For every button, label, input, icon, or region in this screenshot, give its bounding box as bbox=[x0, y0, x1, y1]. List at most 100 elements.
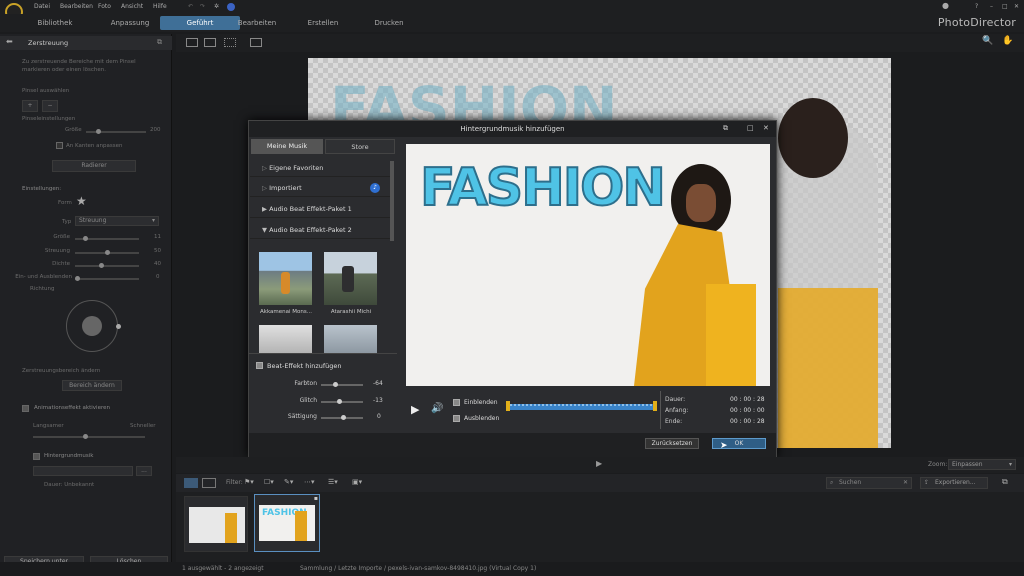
copy-badge-icon: ▪ bbox=[313, 495, 318, 502]
music-thumb-4[interactable] bbox=[324, 325, 377, 353]
music-browse-button[interactable]: ... bbox=[136, 466, 152, 476]
sort-icon[interactable]: ☰▾ bbox=[328, 478, 338, 486]
expand-icon[interactable]: ⧉ bbox=[157, 38, 162, 47]
view-grid-icon[interactable] bbox=[224, 38, 236, 47]
tab-edit[interactable]: Bearbeiten bbox=[222, 16, 292, 30]
menu-photo[interactable]: Foto bbox=[98, 3, 111, 10]
audio-range-bar[interactable] bbox=[507, 404, 655, 410]
speed-slow-label: Langsamer bbox=[33, 423, 64, 429]
chevron-down-icon: ▾ bbox=[151, 217, 155, 224]
label-filter-icon[interactable]: ✎▾ bbox=[284, 478, 293, 486]
play-icon[interactable]: ▶ bbox=[411, 403, 419, 416]
tab-create[interactable]: Erstellen bbox=[288, 16, 358, 30]
edge-checkbox[interactable] bbox=[56, 142, 63, 149]
back-arrow-icon[interactable]: ⬅ bbox=[6, 37, 13, 46]
tab-store[interactable]: Store bbox=[325, 139, 395, 154]
list-view-icon[interactable] bbox=[202, 478, 216, 488]
volume-icon[interactable]: 🔊 bbox=[431, 403, 443, 414]
settings-icon[interactable]: ✲ bbox=[214, 3, 219, 10]
brush-remove-button[interactable]: − bbox=[42, 100, 58, 112]
maximize-icon[interactable]: □ bbox=[1002, 3, 1008, 10]
brush-label: Pinsel auswählen bbox=[22, 88, 70, 94]
range-start-handle[interactable] bbox=[506, 401, 510, 411]
tab-adjust[interactable]: Anpassung bbox=[95, 16, 165, 30]
fx-glitch-slider[interactable] bbox=[321, 399, 363, 404]
direction-handle[interactable] bbox=[116, 324, 121, 329]
stack-icon[interactable]: ▣▾ bbox=[352, 478, 362, 486]
duration-label: Dauer: bbox=[665, 396, 686, 403]
density-slider[interactable] bbox=[75, 263, 139, 268]
menu-view[interactable]: Ansicht bbox=[121, 3, 143, 10]
music-thumb-2[interactable] bbox=[324, 252, 377, 305]
type-dropdown[interactable]: Streuung ▾ bbox=[75, 216, 159, 226]
account-icon[interactable]: ● bbox=[942, 1, 949, 10]
tab-print[interactable]: Drucken bbox=[354, 16, 424, 30]
music-checkbox[interactable] bbox=[33, 453, 40, 460]
undo-icon[interactable]: ↶ bbox=[188, 3, 193, 10]
fade-slider[interactable] bbox=[75, 276, 139, 281]
range-end-handle[interactable] bbox=[653, 401, 657, 411]
scatter-slider[interactable] bbox=[75, 250, 139, 255]
filmstrip-view-icon[interactable] bbox=[184, 478, 198, 488]
direction-dial[interactable] bbox=[66, 300, 121, 352]
category-pack-1[interactable]: ▶ Audio Beat Effekt-Paket 1 bbox=[250, 200, 393, 218]
clear-search-icon[interactable]: ✕ bbox=[903, 478, 908, 488]
category-imported[interactable]: ▷ Importiert ♪ bbox=[250, 179, 393, 197]
view-compare-icon[interactable] bbox=[204, 38, 216, 47]
fx-saturation-slider[interactable] bbox=[321, 415, 363, 420]
category-pack-2[interactable]: ▼ Audio Beat Effekt-Paket 2 bbox=[250, 221, 393, 239]
fade-out-checkbox[interactable] bbox=[453, 415, 460, 422]
speed-slider[interactable] bbox=[33, 434, 145, 439]
close-icon[interactable]: ✕ bbox=[1014, 3, 1019, 10]
category-scrollbar[interactable] bbox=[390, 161, 394, 241]
search-input[interactable]: ⌕ Suchen ✕ bbox=[826, 477, 912, 489]
music-thumb-1[interactable] bbox=[259, 252, 312, 305]
dialog-title: Hintergrundmusik hinzufügen bbox=[249, 121, 776, 137]
tab-library[interactable]: Bibliothek bbox=[20, 16, 90, 30]
more-filter-icon[interactable]: ⋯▾ bbox=[304, 478, 315, 486]
view-single-icon[interactable] bbox=[186, 38, 198, 47]
brush-add-button[interactable]: + bbox=[22, 100, 38, 112]
zoom-dropdown[interactable]: Einpassen ▾ bbox=[948, 459, 1016, 470]
tab-my-music[interactable]: Meine Musik bbox=[251, 139, 323, 154]
film-thumb-1[interactable] bbox=[184, 496, 248, 552]
minimize-icon[interactable]: – bbox=[990, 3, 993, 10]
zoom-tool-icon[interactable]: 🔍 bbox=[982, 36, 993, 46]
size2-slider[interactable] bbox=[75, 236, 139, 241]
redo-icon[interactable]: ↷ bbox=[200, 3, 205, 10]
dialog-maximize-icon[interactable]: □ bbox=[747, 124, 754, 132]
beat-checkbox[interactable] bbox=[256, 362, 263, 369]
area-button[interactable]: Bereich ändern bbox=[62, 380, 122, 391]
view-fullscreen-icon[interactable] bbox=[250, 38, 262, 47]
music-thumb-3[interactable] bbox=[259, 325, 312, 353]
export-button[interactable]: ⇪ Exportieren... bbox=[920, 477, 988, 489]
canvas-bottom-bar: ▶ Zoom: Einpassen ▾ bbox=[176, 457, 1024, 473]
rating-filter-icon[interactable]: ☐▾ bbox=[264, 478, 274, 486]
play-slideshow-icon[interactable]: ▶ bbox=[596, 459, 602, 468]
fx-hue-slider[interactable] bbox=[321, 382, 363, 387]
film-thumb-2[interactable]: FASHION ▪ bbox=[254, 494, 320, 552]
reset-button[interactable]: Zurücksetzen bbox=[645, 438, 699, 449]
slider-value-scatter: 50 bbox=[154, 248, 161, 254]
hand-tool-icon[interactable]: ✋ bbox=[1002, 36, 1013, 46]
end-label: Ende: bbox=[665, 418, 683, 425]
anim-checkbox[interactable] bbox=[22, 405, 29, 412]
category-favorites[interactable]: ▷ Eigene Favoriten bbox=[250, 159, 393, 177]
menu-edit[interactable]: Bearbeiten bbox=[60, 3, 93, 10]
menu-file[interactable]: Datei bbox=[34, 3, 50, 10]
fx-glitch-label: Glitch bbox=[299, 397, 317, 404]
view-toolbar: 🔍 ✋ bbox=[176, 34, 1024, 52]
eraser-button[interactable]: Radierer bbox=[52, 160, 136, 172]
notification-icon[interactable] bbox=[227, 3, 235, 11]
menu-help[interactable]: Hilfe bbox=[153, 3, 167, 10]
star-shape-icon[interactable]: ★ bbox=[76, 194, 87, 208]
fade-in-checkbox[interactable] bbox=[453, 399, 460, 406]
dialog-detach-icon[interactable]: ⧉ bbox=[723, 124, 728, 133]
status-selection: 1 ausgewählt - 2 angezeigt bbox=[182, 565, 264, 572]
help-icon[interactable]: ? bbox=[975, 3, 978, 10]
share-icon[interactable]: ⧉ bbox=[1002, 477, 1008, 487]
size-slider[interactable] bbox=[86, 129, 146, 134]
flag-filter-icon[interactable]: ⚑▾ bbox=[244, 478, 254, 486]
timeline-divider bbox=[660, 391, 661, 429]
dialog-close-icon[interactable]: ✕ bbox=[763, 124, 769, 132]
